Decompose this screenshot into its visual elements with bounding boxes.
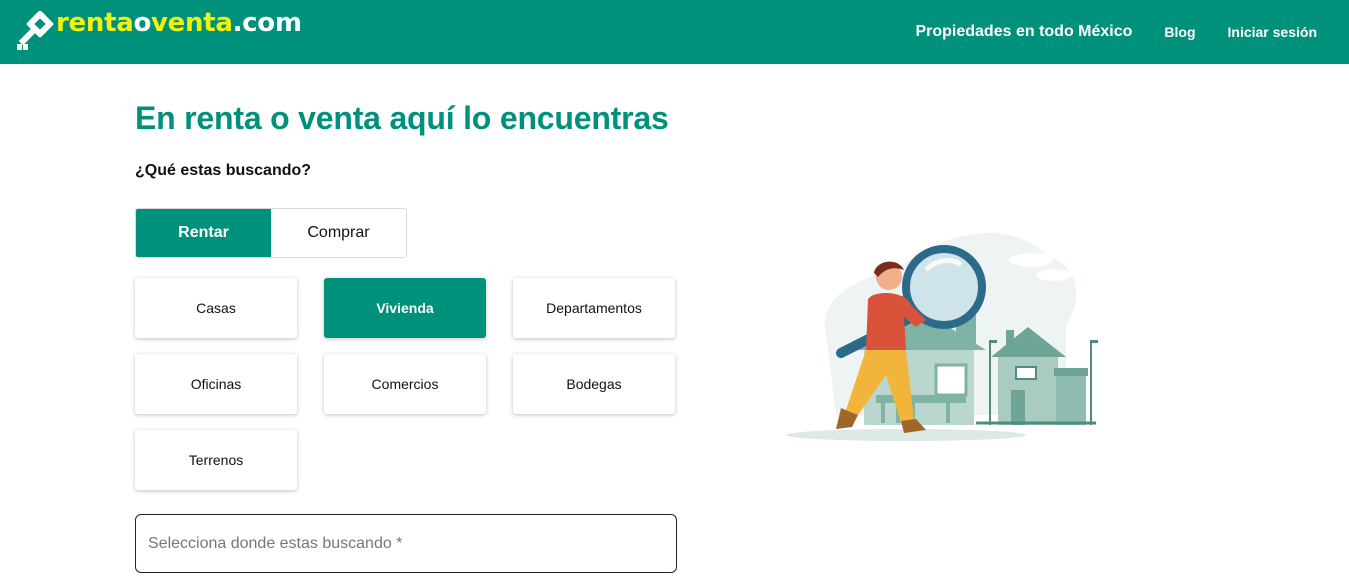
location-search-input[interactable] — [136, 515, 676, 572]
category-bodegas-button[interactable]: Bodegas — [513, 354, 675, 414]
top-navbar: rentaoventa.com Propiedades en todo Méxi… — [0, 0, 1349, 64]
nav-link-propiedades[interactable]: Propiedades en todo México — [915, 23, 1132, 41]
category-comercios-button[interactable]: Comercios — [324, 354, 486, 414]
category-oficinas-button[interactable]: Oficinas — [135, 354, 297, 414]
house-search-illustration — [786, 232, 1098, 441]
logo-text-o: o — [133, 8, 152, 38]
category-departamentos-button[interactable]: Departamentos — [513, 278, 675, 338]
nav-link-blog[interactable]: Blog — [1164, 24, 1195, 40]
category-vivienda-button[interactable]: Vivienda — [324, 278, 486, 338]
category-terrenos-button[interactable]: Terrenos — [135, 430, 297, 490]
category-casas-button[interactable]: Casas — [135, 278, 297, 338]
search-question: ¿Qué estas buscando? — [135, 162, 312, 179]
page-title: En renta o venta aquí lo encuentras — [135, 100, 669, 136]
location-search-field[interactable] — [135, 514, 677, 573]
key-icon — [17, 11, 54, 50]
rent-toggle-button[interactable]: Rentar — [136, 209, 271, 257]
logo-text-com: .com — [232, 8, 302, 38]
nav-link-login[interactable]: Iniciar sesión — [1228, 24, 1317, 40]
logo-text-renta: renta — [56, 8, 134, 38]
site-logo[interactable]: rentaoventa.com — [14, 8, 302, 52]
main-nav: Propiedades en todo México Blog Iniciar … — [883, 0, 1317, 64]
buy-toggle-button[interactable]: Comprar — [271, 209, 406, 257]
operation-toggle: Rentar Comprar — [135, 208, 407, 258]
logo-text-venta: venta — [151, 8, 233, 38]
